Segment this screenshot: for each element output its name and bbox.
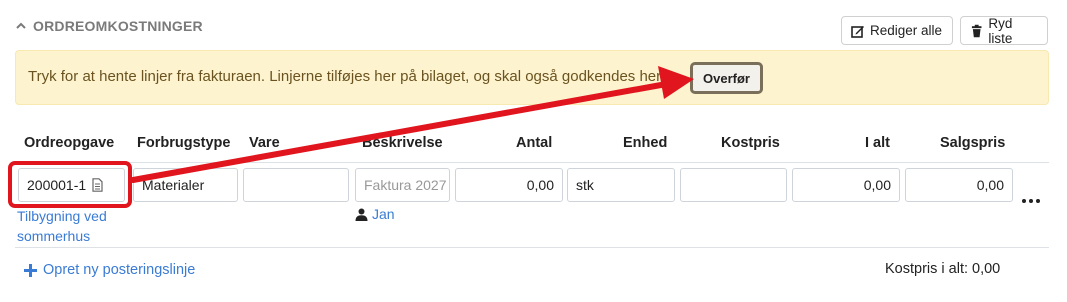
edit-all-label: Rediger alle [870, 23, 943, 38]
plus-icon [24, 263, 37, 277]
add-line-label: Opret ny posteringslinje [43, 262, 196, 278]
add-line-button[interactable]: Opret ny posteringslinje [24, 262, 195, 278]
header-sales-price: Salgspris [940, 135, 1006, 151]
row-divider [15, 247, 1049, 248]
item-input[interactable] [243, 168, 349, 202]
header-consumption-type: Forbrugstype [137, 135, 231, 151]
clear-list-label: Ryd liste [988, 15, 1013, 46]
header-description: Beskrivelse [362, 135, 443, 151]
cost-price-input[interactable] [680, 168, 787, 202]
transfer-button[interactable]: Overfør [690, 62, 763, 94]
info-bar: Tryk for at hente linjer fra fakturaen. … [15, 50, 1049, 105]
header-divider [15, 162, 1049, 163]
consumption-type-value: Materialer [142, 177, 205, 193]
transfer-label: Overfør [703, 70, 750, 86]
order-task-link[interactable]: Tilbygning ved sommerhus [17, 206, 135, 246]
info-text: Tryk for at hente linjer fra fakturaen. … [28, 68, 662, 85]
trash-icon [971, 24, 982, 37]
quantity-value: 0,00 [526, 177, 554, 193]
user-info[interactable]: Jan [355, 206, 395, 222]
sales-price-value: 0,00 [976, 177, 1004, 193]
section-header[interactable]: ORDREOMKOSTNINGER [15, 18, 203, 34]
sales-price-input[interactable]: 0,00 [905, 168, 1013, 202]
consumption-type-input[interactable]: Materialer [133, 168, 238, 202]
header-cost-price: Kostpris [721, 135, 780, 151]
row-menu-icon[interactable] [1022, 199, 1040, 203]
unit-input[interactable]: stk [567, 168, 675, 202]
cost-total: Kostpris i alt: 0,00 [885, 261, 1001, 277]
header-total: I alt [865, 135, 890, 151]
chevron-up-icon [16, 22, 26, 29]
user-icon [355, 208, 368, 221]
user-name: Jan [372, 206, 395, 222]
edit-icon [851, 25, 864, 38]
total-input[interactable]: 0,00 [792, 168, 900, 202]
total-value: 0,00 [863, 177, 891, 193]
section-title: ORDREOMKOSTNINGER [33, 18, 203, 34]
description-input[interactable]: Faktura 2027 [355, 168, 450, 202]
header-unit: Enhed [623, 135, 668, 151]
description-value: Faktura 2027 [364, 177, 447, 193]
clear-list-button[interactable]: Ryd liste [960, 15, 1048, 46]
edit-all-button[interactable]: Rediger alle [841, 16, 953, 45]
header-order-task: Ordreopgave [24, 135, 115, 151]
order-task-highlight [8, 161, 132, 208]
unit-value: stk [576, 177, 594, 193]
quantity-input[interactable]: 0,00 [455, 168, 563, 202]
header-quantity: Antal [516, 135, 553, 151]
annotation-arrow [130, 66, 694, 183]
header-item: Vare [249, 135, 280, 151]
